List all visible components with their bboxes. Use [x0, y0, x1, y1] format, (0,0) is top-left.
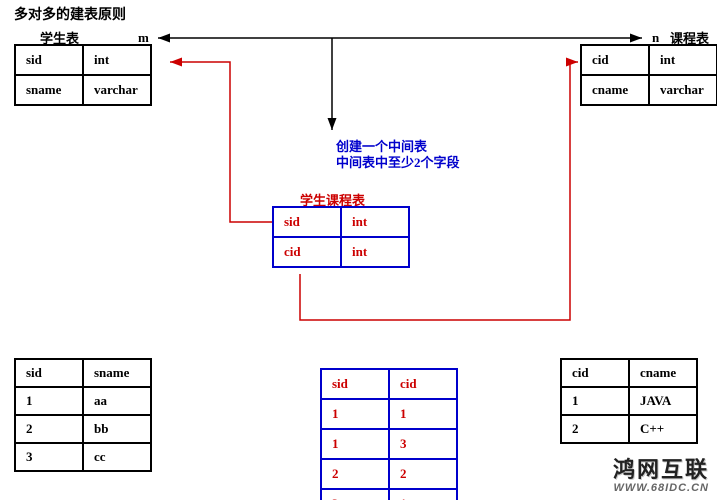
table-header-row: sid cid: [321, 369, 457, 399]
cell: aa: [83, 387, 151, 415]
cell: 1: [321, 399, 389, 429]
header-cell: sid: [321, 369, 389, 399]
col-type: int: [83, 45, 151, 75]
cell: 1: [389, 489, 457, 500]
course-schema-table: cid int cname varchar: [580, 44, 717, 106]
table-row: 31: [321, 489, 457, 500]
watermark-text: 鸿网互联: [613, 458, 709, 482]
header-cell: sid: [15, 359, 83, 387]
table-row: cid int: [273, 237, 409, 267]
cell: 3: [389, 429, 457, 459]
junction-schema-table: sid int cid int: [272, 206, 410, 268]
table-row: 11: [321, 399, 457, 429]
col-type: varchar: [649, 75, 717, 105]
diagram-title: 多对多的建表原则: [14, 4, 126, 24]
table-row: sid int: [273, 207, 409, 237]
cell: 3: [321, 489, 389, 500]
table-row: 1JAVA: [561, 387, 697, 415]
header-cell: cid: [389, 369, 457, 399]
cell: cc: [83, 443, 151, 471]
cell: bb: [83, 415, 151, 443]
col-name: cid: [581, 45, 649, 75]
table-row: 2bb: [15, 415, 151, 443]
student-data-table: sid sname 1aa 2bb 3cc: [14, 358, 152, 472]
col-name: cid: [273, 237, 341, 267]
cell: C++: [629, 415, 697, 443]
cell: JAVA: [629, 387, 697, 415]
cell: 2: [561, 415, 629, 443]
table-row: 3cc: [15, 443, 151, 471]
col-name: cname: [581, 75, 649, 105]
table-row: 2C++: [561, 415, 697, 443]
col-name: sid: [15, 45, 83, 75]
cell: 1: [389, 399, 457, 429]
cell: 1: [15, 387, 83, 415]
cell: 1: [561, 387, 629, 415]
middle-note-2: 中间表中至少2个字段: [336, 152, 460, 171]
col-type: int: [649, 45, 717, 75]
cell: 2: [15, 415, 83, 443]
col-type: varchar: [83, 75, 151, 105]
header-cell: sname: [83, 359, 151, 387]
col-type: int: [341, 237, 409, 267]
table-row: sname varchar: [15, 75, 151, 105]
col-name: sid: [273, 207, 341, 237]
header-cell: cname: [629, 359, 697, 387]
cell: 2: [321, 459, 389, 489]
table-header-row: cid cname: [561, 359, 697, 387]
table-row: 1aa: [15, 387, 151, 415]
col-name: sname: [15, 75, 83, 105]
cell: 2: [389, 459, 457, 489]
course-data-table: cid cname 1JAVA 2C++: [560, 358, 698, 444]
table-row: cname varchar: [581, 75, 717, 105]
cell: 3: [15, 443, 83, 471]
cell: 1: [321, 429, 389, 459]
table-row: sid int: [15, 45, 151, 75]
watermark: 鸿网互联 WWW.68IDC.CN: [613, 458, 709, 494]
table-row: 22: [321, 459, 457, 489]
table-header-row: sid sname: [15, 359, 151, 387]
header-cell: cid: [561, 359, 629, 387]
watermark-url: WWW.68IDC.CN: [613, 482, 709, 494]
junction-data-table: sid cid 11 13 22 31: [320, 368, 458, 500]
col-type: int: [341, 207, 409, 237]
student-schema-table: sid int sname varchar: [14, 44, 152, 106]
table-row: 13: [321, 429, 457, 459]
table-row: cid int: [581, 45, 717, 75]
